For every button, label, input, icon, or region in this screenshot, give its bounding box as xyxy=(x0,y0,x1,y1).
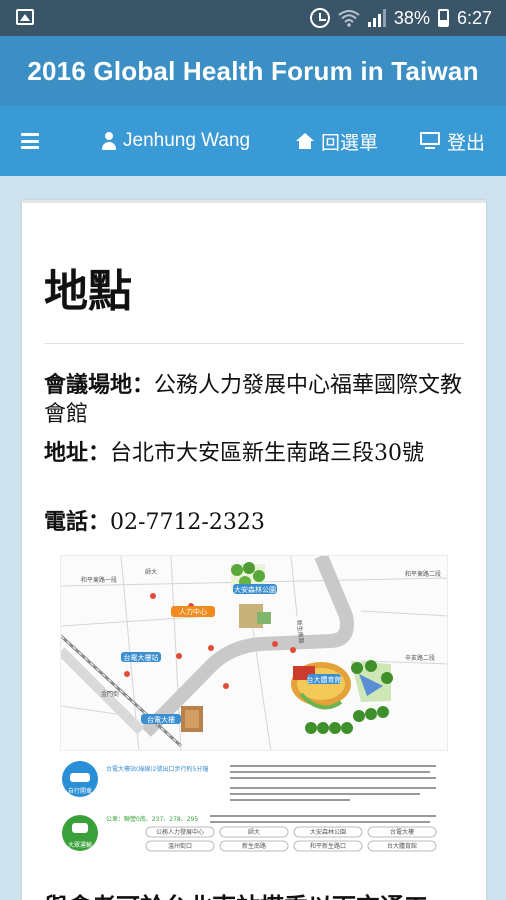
legend-drive-label: 自行開車 xyxy=(68,787,92,795)
page-title: 地點 xyxy=(44,266,132,317)
wifi-icon xyxy=(338,10,360,27)
legend-stop-8: 台大體育館 xyxy=(387,842,417,850)
map-drawing: 大安森林公園 人力中心 台電大樓站 台電大樓 台大體育館 和平東路一段 和平東路… xyxy=(61,556,447,750)
user-icon xyxy=(102,132,116,150)
map-label-hotel: 人力中心 xyxy=(179,607,207,616)
app-title: 2016 Global Health Forum in Taiwan xyxy=(27,55,479,86)
menu-icon[interactable] xyxy=(21,133,39,149)
phone-value: 02-7712-2323 xyxy=(110,510,265,535)
map-label-park: 大安森林公園 xyxy=(234,585,276,594)
legend-stop-7: 和平新生路口 xyxy=(310,842,346,850)
map-label-road-top: 和平東路一段 xyxy=(81,576,117,584)
gallery-notification-icon xyxy=(16,9,34,25)
legend-line-2: 公車：聯營0南、237、278、295 xyxy=(106,815,198,823)
legend-stop-1: 公務人力發展中心 xyxy=(156,828,204,836)
nav-bar: Jenhung Wang 回選單 登出 xyxy=(0,106,506,176)
home-menu-link[interactable]: 回選單 xyxy=(296,106,378,176)
logout-link[interactable]: 登出 xyxy=(420,106,485,176)
map-label-road-right-2: 辛亥路二段 xyxy=(405,654,435,662)
battery-percent: 38% xyxy=(393,7,430,28)
legend-stop-4: 台電大樓 xyxy=(390,828,414,836)
status-bar-right: 38% 6:27 xyxy=(309,6,492,30)
signal-icon xyxy=(367,9,386,27)
legend-stop-2: 師大 xyxy=(248,828,260,836)
phone-label: 電話： xyxy=(44,509,111,535)
app-header: 2016 Global Health Forum in Taiwan xyxy=(0,36,506,106)
legend-stop-3: 大安森林公園 xyxy=(310,828,346,836)
address-label: 地址： xyxy=(44,440,111,466)
home-icon xyxy=(296,133,314,149)
map-label-station: 台電大樓站 xyxy=(124,653,159,662)
phone-info: 電話：02-7712-2323 xyxy=(44,508,464,537)
clock: 6:27 xyxy=(456,7,492,28)
address-value: 台北市大安區新生南路三段30號 xyxy=(110,441,425,466)
venue-info: 會議場地：公務人力發展中心福華國際文教會館 xyxy=(44,371,464,429)
legend-stop-5: 溫州街口 xyxy=(168,842,192,850)
user-profile-link[interactable]: Jenhung Wang xyxy=(102,106,250,176)
status-bar: 38% 6:27 xyxy=(0,0,506,36)
location-map: 大安森林公園 人力中心 台電大樓站 台電大樓 台大體育館 和平東路一段 和平東路… xyxy=(60,555,448,751)
map-label-road-right: 和平東路二段 xyxy=(405,570,441,578)
legend-line-1: 台電大樓站(綠線)2號出口步行約5分鐘 xyxy=(106,765,208,773)
battery-icon xyxy=(437,9,449,27)
alarm-icon xyxy=(309,8,330,28)
map-label-station-2: 台電大樓 xyxy=(147,715,175,724)
content-card: 地點 會議場地：公務人力發展中心福華國際文教會館 地址：台北市大安區新生南路三段… xyxy=(22,200,486,900)
logout-label: 登出 xyxy=(447,132,486,154)
venue-label: 會議場地： xyxy=(44,372,155,398)
legend-drawing: 自行開車 大眾運輸 台電大樓站(綠線)2號出口步行約5分鐘 公車：聯營0南、23… xyxy=(62,761,437,852)
transport-heading: 與會者可於台北東站搭乘以下交通工 xyxy=(44,887,474,900)
user-name: Jenhung Wang xyxy=(123,130,251,151)
address-info: 地址：台北市大安區新生南路三段30號 xyxy=(44,439,464,468)
map-label-school: 師大 xyxy=(145,568,157,576)
home-label: 回選單 xyxy=(321,132,379,154)
legend-stop-6: 新生南路 xyxy=(242,842,266,850)
legend-mrt-label: 大眾運輸 xyxy=(68,841,92,849)
divider xyxy=(44,343,464,344)
transport-legend: 自行開車 大眾運輸 台電大樓站(綠線)2號出口步行約5分鐘 公車：聯營0南、23… xyxy=(60,757,448,867)
map-label-lane: 金門街 xyxy=(101,690,119,698)
map-label-gym: 台大體育館 xyxy=(307,675,342,684)
monitor-icon xyxy=(420,132,440,150)
